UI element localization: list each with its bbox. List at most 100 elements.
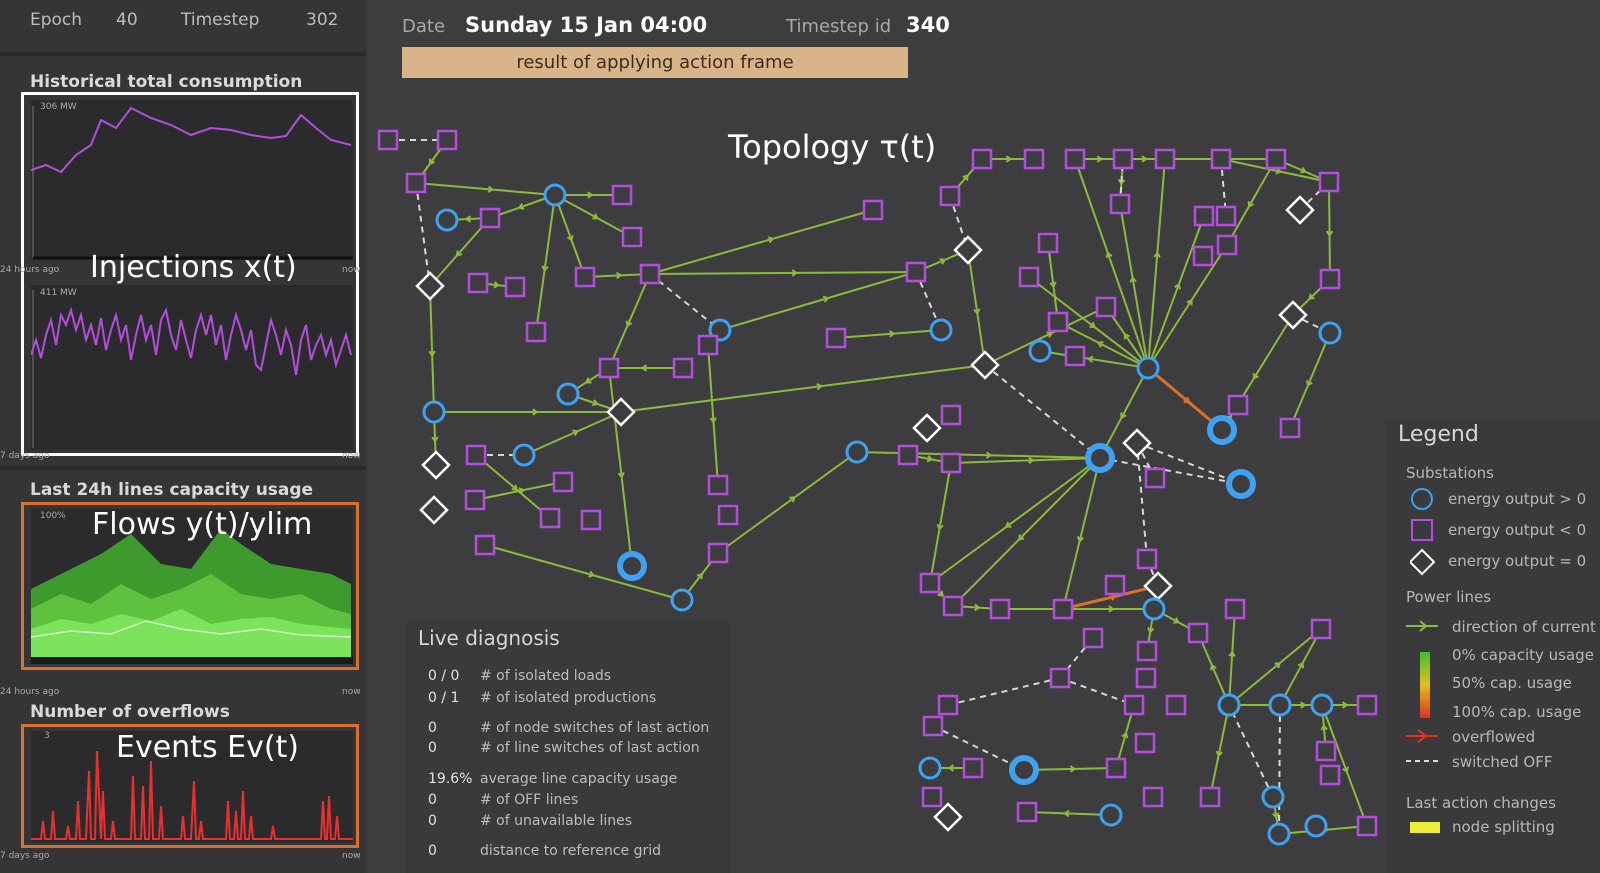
substation-consumer[interactable] xyxy=(1052,598,1074,620)
substation-consumer[interactable] xyxy=(1047,311,1069,333)
substation-consumer[interactable] xyxy=(621,226,643,248)
substation-producer[interactable] xyxy=(1304,814,1328,838)
substation-producer[interactable] xyxy=(1099,803,1123,827)
substation-consumer[interactable] xyxy=(1105,757,1127,779)
substation-consumer[interactable] xyxy=(1109,193,1131,215)
substation-consumer[interactable] xyxy=(1144,467,1166,489)
substation-producer[interactable] xyxy=(670,588,694,612)
substation-consumer[interactable] xyxy=(639,263,661,285)
substation-neutral[interactable] xyxy=(1122,428,1152,458)
substation-consumer[interactable] xyxy=(1112,148,1134,170)
power-line[interactable] xyxy=(719,271,917,331)
substation-consumer[interactable] xyxy=(939,185,961,207)
power-line[interactable] xyxy=(717,451,858,554)
switched-off-line[interactable] xyxy=(947,677,1061,706)
power-line[interactable] xyxy=(1228,608,1236,706)
power-line[interactable] xyxy=(474,481,564,501)
substation-consumer[interactable] xyxy=(1315,740,1337,762)
substation-consumer[interactable] xyxy=(862,199,884,221)
switched-off-line[interactable] xyxy=(1099,457,1242,485)
power-line[interactable] xyxy=(1197,632,1230,706)
substation-consumer[interactable] xyxy=(479,207,501,229)
switched-off-line[interactable] xyxy=(649,273,721,331)
power-line[interactable] xyxy=(929,462,952,584)
substation-consumer[interactable] xyxy=(377,129,399,151)
substation-consumer[interactable] xyxy=(1064,345,1086,367)
substation-consumer[interactable] xyxy=(1023,148,1045,170)
switched-off-line[interactable] xyxy=(415,182,431,287)
substation-neutral[interactable] xyxy=(970,350,1000,380)
substation-consumer[interactable] xyxy=(552,471,574,493)
power-line[interactable] xyxy=(1328,181,1331,280)
substation-consumer[interactable] xyxy=(922,715,944,737)
substation-consumer[interactable] xyxy=(1356,694,1378,716)
substation-producer[interactable] xyxy=(435,208,459,232)
substation-consumer[interactable] xyxy=(504,276,526,298)
substation-consumer[interactable] xyxy=(921,786,943,808)
substation-producer[interactable] xyxy=(512,443,536,467)
substation-consumer[interactable] xyxy=(1210,148,1232,170)
substation-consumer[interactable] xyxy=(919,572,941,594)
substation-producer[interactable] xyxy=(1085,443,1115,473)
switched-off-line[interactable] xyxy=(1136,442,1148,560)
substation-producer[interactable] xyxy=(543,183,567,207)
substation-consumer[interactable] xyxy=(1187,622,1209,644)
power-line[interactable] xyxy=(835,329,942,339)
power-line[interactable] xyxy=(429,285,435,413)
power-line[interactable] xyxy=(950,457,1101,464)
substation-consumer[interactable] xyxy=(1265,148,1287,170)
power-line[interactable] xyxy=(952,457,1101,607)
substation-consumer[interactable] xyxy=(940,452,962,474)
substation-consumer[interactable] xyxy=(1318,171,1340,193)
substation-producer[interactable] xyxy=(1207,415,1237,445)
power-line[interactable] xyxy=(649,271,917,275)
substation-consumer[interactable] xyxy=(574,266,596,288)
substation-consumer[interactable] xyxy=(464,489,486,511)
substation-consumer[interactable] xyxy=(1095,296,1117,318)
substation-consumer[interactable] xyxy=(1049,667,1071,689)
substation-producer[interactable] xyxy=(1268,693,1292,717)
substation-consumer[interactable] xyxy=(1199,786,1221,808)
power-line[interactable] xyxy=(535,194,556,333)
power-line[interactable] xyxy=(608,367,633,567)
substation-consumer[interactable] xyxy=(697,334,719,356)
substation-consumer[interactable] xyxy=(405,172,427,194)
substation-consumer[interactable] xyxy=(1356,815,1378,837)
substation-neutral[interactable] xyxy=(953,235,983,265)
substation-consumer[interactable] xyxy=(1165,694,1187,716)
substation-producer[interactable] xyxy=(1267,822,1291,846)
substation-consumer[interactable] xyxy=(672,357,694,379)
power-line[interactable] xyxy=(1147,215,1205,369)
substation-consumer[interactable] xyxy=(1319,268,1341,290)
switched-off-line[interactable] xyxy=(984,364,1101,459)
substation-consumer[interactable] xyxy=(1279,417,1301,439)
substation-producer[interactable] xyxy=(1261,785,1285,809)
substation-consumer[interactable] xyxy=(580,509,602,531)
substation-consumer[interactable] xyxy=(1192,245,1214,267)
substation-producer[interactable] xyxy=(1009,755,1039,785)
substation-consumer[interactable] xyxy=(1037,232,1059,254)
substation-consumer[interactable] xyxy=(940,404,962,426)
substation-consumer[interactable] xyxy=(598,357,620,379)
substation-consumer[interactable] xyxy=(971,148,993,170)
substation-producer[interactable] xyxy=(1217,693,1241,717)
switched-off-line[interactable] xyxy=(1278,704,1281,835)
substation-consumer[interactable] xyxy=(1142,786,1164,808)
power-line[interactable] xyxy=(1026,811,1112,816)
power-line[interactable] xyxy=(967,249,986,366)
substation-consumer[interactable] xyxy=(897,444,919,466)
substation-consumer[interactable] xyxy=(525,321,547,343)
substation-consumer[interactable] xyxy=(474,534,496,556)
power-line[interactable] xyxy=(1119,203,1149,369)
substation-neutral[interactable] xyxy=(1143,571,1173,601)
substation-consumer[interactable] xyxy=(1193,205,1215,227)
substation-consumer[interactable] xyxy=(1310,618,1332,640)
switched-off-line[interactable] xyxy=(1059,677,1135,706)
substation-consumer[interactable] xyxy=(962,757,984,779)
substation-consumer[interactable] xyxy=(1016,801,1038,823)
power-line[interactable] xyxy=(649,209,874,275)
power-line[interactable] xyxy=(554,194,586,278)
substation-producer[interactable] xyxy=(1318,321,1342,345)
power-line[interactable] xyxy=(1289,332,1331,429)
substation-consumer[interactable] xyxy=(1135,667,1157,689)
